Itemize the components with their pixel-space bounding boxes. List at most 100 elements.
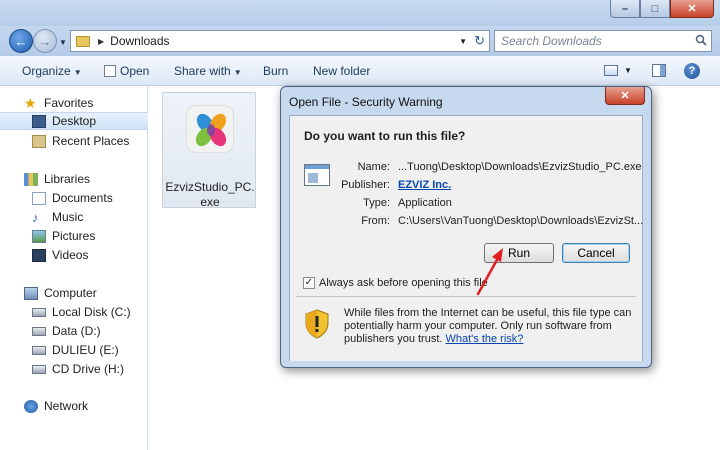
sidebar-item-label: Pictures (52, 229, 96, 243)
file-item[interactable]: EzvizStudio_PC.exe (162, 92, 256, 209)
sidebar-item-label: Videos (52, 248, 89, 262)
share-with-button[interactable]: Share with ▼ (174, 64, 242, 78)
sidebar-item-pictures[interactable]: Pictures (0, 227, 148, 245)
open-label: Open (120, 64, 150, 78)
ezviz-app-icon (186, 105, 234, 153)
search-icon[interactable] (695, 34, 707, 46)
sidebar-item-computer[interactable]: Computer (0, 284, 148, 302)
address-bar[interactable]: ▶ Downloads ▼ ↻ (70, 30, 490, 52)
network-icon (24, 399, 38, 413)
view-dropdown-icon[interactable]: ▼ (624, 66, 632, 75)
back-button[interactable]: ← (9, 29, 33, 53)
name-label: Name: (357, 161, 390, 173)
back-arrow-icon: ← (14, 33, 28, 49)
whats-the-risk-link[interactable]: What's the risk? (446, 333, 524, 345)
forward-arrow-icon: → (38, 33, 52, 49)
sidebar-item-favorites[interactable]: ★ Favorites (0, 94, 148, 112)
always-ask-checkbox[interactable]: ✓ (303, 277, 315, 289)
sidebar-item-local-disk[interactable]: Local Disk (C:) (0, 303, 148, 321)
share-with-label: Share with (174, 64, 231, 78)
chevron-down-icon: ▼ (233, 68, 242, 77)
cancel-button[interactable]: Cancel (562, 243, 630, 263)
open-button[interactable]: Open (104, 64, 149, 78)
always-ask-label[interactable]: Always ask before opening this file (319, 277, 488, 289)
address-dropdown-icon[interactable]: ▼ (459, 37, 467, 46)
sidebar-item-label: Local Disk (C:) (52, 305, 131, 319)
change-view-icon[interactable] (604, 65, 618, 76)
dialog-question: Do you want to run this file? (304, 129, 466, 143)
shield-warning-icon (305, 309, 329, 339)
sidebar-item-label: DULIEU (E:) (52, 343, 119, 357)
organize-button[interactable]: Organize ▼ (22, 64, 82, 78)
libraries-icon (24, 172, 38, 186)
sidebar-item-label: Documents (52, 191, 113, 205)
address-row: ← → ▼ ▶ Downloads ▼ ↻ Search Downloads (0, 26, 720, 56)
dialog-title: Open File - Security Warning (289, 95, 443, 109)
folder-icon (76, 35, 90, 47)
chevron-down-icon: ▼ (73, 68, 82, 77)
organize-label: Organize (22, 64, 71, 78)
ezviz-logo-icon (195, 113, 227, 147)
sidebar-item-label: Libraries (44, 172, 91, 186)
close-button[interactable]: ✕ (670, 0, 714, 18)
publisher-link[interactable]: EZVIZ Inc. (398, 179, 451, 191)
warning-area: While files from the Internet can be use… (290, 297, 642, 361)
new-folder-button[interactable]: New folder (313, 64, 370, 78)
burn-button[interactable]: Burn (263, 64, 288, 78)
sidebar-item-label: CD Drive (H:) (52, 362, 124, 376)
sidebar-item-libraries[interactable]: Libraries (0, 170, 148, 188)
red-annotation-arrow (476, 248, 503, 296)
sidebar-item-recent-places[interactable]: Recent Places (0, 132, 148, 150)
sidebar-item-videos[interactable]: Videos (0, 246, 148, 264)
type-value: Application (398, 197, 452, 209)
sidebar-item-label: Computer (44, 286, 97, 300)
command-toolbar: Organize ▼ Open Share with ▼ Burn New fold… (0, 56, 720, 86)
sidebar-item-label: Recent Places (52, 134, 130, 148)
desktop-icon (32, 114, 46, 128)
recent-pages-dropdown[interactable]: ▼ (59, 38, 67, 47)
forward-button[interactable]: → (33, 29, 57, 53)
from-label: From: (361, 215, 390, 227)
sidebar-item-documents[interactable]: Documents (0, 189, 148, 207)
search-input[interactable]: Search Downloads (494, 30, 712, 52)
hard-disk-icon (32, 307, 46, 317)
security-warning-dialog: Open File - Security Warning ✕ Do you wa… (280, 86, 652, 368)
sidebar-item-desktop[interactable]: Desktop (0, 112, 148, 130)
dialog-close-button[interactable]: ✕ (605, 87, 645, 105)
sidebar-item-data-drive[interactable]: Data (D:) (0, 322, 148, 340)
help-icon[interactable]: ? (684, 63, 700, 79)
always-ask-option: ✓ Always ask before opening this file (303, 277, 488, 289)
breadcrumb-chevron-icon[interactable]: ▶ (98, 37, 104, 46)
sidebar-item-network[interactable]: Network (0, 397, 148, 415)
close-icon: ✕ (620, 90, 630, 102)
hard-disk-icon (32, 345, 46, 355)
type-label: Type: (363, 197, 390, 209)
breadcrumb-downloads[interactable]: Downloads (110, 34, 169, 48)
navigation-pane: ★ Favorites Desktop Recent Places Librari… (0, 86, 148, 450)
refresh-icon[interactable]: ↻ (474, 33, 485, 49)
dialog-body: Do you want to run this file? Name: ...T… (289, 115, 643, 361)
sidebar-item-label: Desktop (52, 114, 97, 128)
explorer-titlebar: – □ ✕ (0, 0, 720, 26)
close-icon: ✕ (687, 3, 697, 15)
hard-disk-icon (32, 326, 46, 336)
sidebar-item-cd-drive[interactable]: CD Drive (H:) (0, 360, 148, 378)
publisher-label: Publisher: (341, 179, 390, 191)
name-value: ...Tuong\Desktop\Downloads\EzvizStudio_P… (398, 161, 642, 173)
sidebar-item-label: Data (D:) (52, 324, 101, 338)
preview-pane-icon[interactable] (652, 64, 666, 77)
sidebar-item-label: Network (44, 399, 89, 413)
sidebar-item-music[interactable]: ♪ Music (0, 208, 148, 226)
computer-icon (24, 286, 38, 300)
music-icon: ♪ (32, 209, 39, 225)
pictures-icon (32, 229, 46, 243)
cd-drive-icon (32, 364, 46, 374)
videos-icon (32, 248, 46, 262)
warning-text: While files from the Internet can be use… (344, 307, 634, 346)
from-value: C:\Users\VanTuong\Desktop\Downloads\Ezvi… (398, 215, 644, 227)
sidebar-item-label: Music (52, 210, 84, 224)
maximize-button[interactable]: □ (640, 0, 670, 18)
open-icon (104, 65, 116, 77)
minimize-button[interactable]: – (610, 0, 640, 18)
sidebar-item-dulieu-drive[interactable]: DULIEU (E:) (0, 341, 148, 359)
